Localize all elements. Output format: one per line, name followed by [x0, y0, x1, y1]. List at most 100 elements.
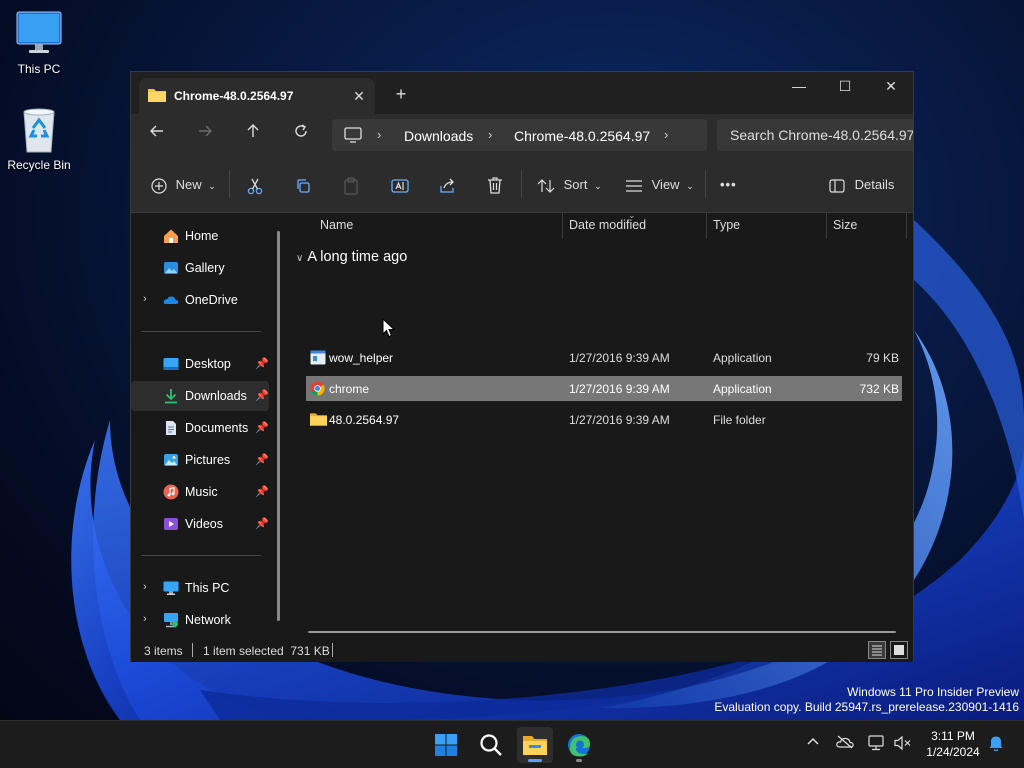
- new-button[interactable]: New ⌄: [151, 174, 216, 196]
- taskbar-file-explorer[interactable]: [517, 727, 553, 763]
- paste-button[interactable]: [343, 174, 359, 196]
- chevron-right-icon[interactable]: ›: [377, 127, 381, 142]
- status-bar: 3 items 1 item selected 731 KB: [131, 638, 913, 662]
- volume-tray-button[interactable]: [894, 735, 912, 754]
- chevron-down-icon[interactable]: ∨: [296, 253, 303, 264]
- chevron-right-icon[interactable]: ›: [488, 127, 492, 142]
- arrow-left-icon: [150, 125, 163, 137]
- sidebar-item-this-pc[interactable]: › This PC: [131, 573, 269, 603]
- column-divider[interactable]: [706, 213, 707, 239]
- pin-icon[interactable]: 📌: [255, 517, 269, 530]
- details-button-label: Details: [854, 177, 895, 192]
- download-icon: [163, 388, 179, 404]
- sidebar-item-label: Pictures: [185, 453, 231, 467]
- breadcrumb-downloads[interactable]: Downloads: [404, 128, 473, 144]
- rename-icon: [391, 178, 409, 193]
- column-header-size[interactable]: Size: [833, 218, 857, 240]
- pin-icon[interactable]: 📌: [255, 421, 269, 434]
- group-header[interactable]: ∨ A long time ago: [296, 249, 407, 265]
- cut-button[interactable]: [247, 174, 263, 196]
- more-options-button[interactable]: •••: [720, 174, 737, 196]
- pin-icon[interactable]: 📌: [255, 357, 269, 370]
- details-pane-icon: [829, 178, 845, 193]
- thumbnail-view-button[interactable]: [890, 641, 908, 659]
- up-button[interactable]: [238, 123, 268, 149]
- column-header-date-modified[interactable]: Date modified: [569, 218, 646, 240]
- refresh-icon: [295, 124, 307, 137]
- share-button[interactable]: [439, 174, 457, 196]
- onedrive-tray-button[interactable]: [836, 735, 854, 752]
- search-icon: [480, 734, 502, 756]
- rename-button[interactable]: [391, 174, 409, 196]
- chevron-right-icon[interactable]: ›: [143, 581, 147, 593]
- tab-title: Chrome-48.0.2564.97: [174, 89, 294, 103]
- file-row-wow-helper[interactable]: wow_helper 1/27/2016 9:39 AM Application…: [306, 345, 902, 370]
- view-button[interactable]: View ⌄: [625, 174, 694, 196]
- file-list-pane: Name Date modified ⌄ Type Size ∨ A long t…: [290, 210, 913, 638]
- minimize-button[interactable]: —: [776, 72, 822, 102]
- sidebar-item-network[interactable]: › Network: [131, 605, 269, 635]
- delete-button[interactable]: [487, 174, 503, 196]
- chevron-right-icon[interactable]: ›: [664, 127, 668, 142]
- sidebar-item-pictures[interactable]: Pictures 📌: [131, 445, 269, 475]
- notifications-button[interactable]: [988, 734, 1004, 755]
- group-header-label: A long time ago: [307, 249, 408, 265]
- taskbar-clock[interactable]: 3:11 PM 1/24/2024: [918, 728, 988, 760]
- sidebar-item-home[interactable]: Home: [131, 221, 269, 251]
- forward-button[interactable]: [190, 123, 220, 149]
- pin-icon[interactable]: 📌: [255, 453, 269, 466]
- search-box[interactable]: Search Chrome-48.0.2564.97: [717, 119, 913, 151]
- file-row-folder-48[interactable]: 48.0.2564.97 1/27/2016 9:39 AM File fold…: [306, 407, 902, 432]
- breadcrumb-current-folder[interactable]: Chrome-48.0.2564.97: [514, 128, 650, 144]
- column-header-name[interactable]: Name: [320, 218, 353, 240]
- new-tab-button[interactable]: +: [389, 84, 413, 106]
- sidebar-item-onedrive[interactable]: › OneDrive: [131, 285, 269, 315]
- sidebar-item-label: Downloads: [185, 389, 247, 403]
- taskbar-edge[interactable]: [561, 727, 597, 763]
- view-list-icon: [626, 179, 642, 192]
- maximize-button[interactable]: ☐: [822, 72, 868, 102]
- chevron-right-icon[interactable]: ›: [143, 613, 147, 625]
- chevron-right-icon[interactable]: ›: [143, 293, 147, 305]
- back-button[interactable]: [142, 123, 172, 149]
- this-pc-icon[interactable]: [344, 127, 362, 146]
- sidebar-item-downloads[interactable]: Downloads 📌: [131, 381, 269, 411]
- pin-icon[interactable]: 📌: [255, 389, 269, 402]
- details-view-button[interactable]: [868, 641, 886, 659]
- title-bar[interactable]: Chrome-48.0.2564.97 ✕ + — ☐ ✕: [131, 72, 913, 114]
- sidebar-item-music[interactable]: Music 📌: [131, 477, 269, 507]
- sidebar-item-desktop[interactable]: Desktop 📌: [131, 349, 269, 379]
- close-tab-button[interactable]: ✕: [349, 86, 369, 106]
- sidebar-item-gallery[interactable]: Gallery: [131, 253, 269, 283]
- sidebar-item-label: This PC: [185, 581, 230, 595]
- sidebar-item-documents[interactable]: Documents 📌: [131, 413, 269, 443]
- sidebar-item-videos[interactable]: Videos 📌: [131, 509, 269, 539]
- evaluation-watermark: Windows 11 Pro Insider Preview Evaluatio…: [714, 685, 1019, 715]
- taskbar-search-button[interactable]: [473, 727, 509, 763]
- sidebar-scrollbar[interactable]: [277, 231, 280, 621]
- desktop-icon-this-pc[interactable]: This PC: [0, 10, 79, 76]
- column-header-type[interactable]: Type: [713, 218, 740, 240]
- recycle-bin-icon: [15, 106, 63, 154]
- column-divider[interactable]: [826, 213, 827, 239]
- refresh-button[interactable]: [286, 123, 316, 149]
- new-button-label: New: [175, 177, 202, 192]
- column-divider[interactable]: [562, 213, 563, 239]
- share-icon: [440, 178, 454, 193]
- desktop-icon-recycle-bin[interactable]: Recycle Bin: [0, 106, 79, 172]
- close-window-button[interactable]: ✕: [868, 72, 914, 102]
- show-hidden-icons-button[interactable]: [806, 735, 820, 752]
- sort-button[interactable]: Sort ⌄: [537, 174, 602, 196]
- details-pane-button[interactable]: Details: [829, 174, 894, 196]
- file-row-chrome[interactable]: chrome 1/27/2016 9:39 AM Application 732…: [306, 376, 902, 401]
- network-tray-button[interactable]: [868, 735, 886, 754]
- column-divider[interactable]: [906, 213, 907, 239]
- sidebar-item-label: Network: [185, 613, 231, 627]
- address-bar[interactable]: › Downloads › Chrome-48.0.2564.97 ›: [332, 119, 707, 151]
- copy-button[interactable]: [295, 174, 311, 196]
- toolbar-divider: [705, 170, 706, 198]
- tab-chrome-folder[interactable]: Chrome-48.0.2564.97 ✕: [139, 78, 375, 114]
- horizontal-scrollbar[interactable]: [308, 631, 896, 633]
- start-button[interactable]: [428, 727, 464, 763]
- pin-icon[interactable]: 📌: [255, 485, 269, 498]
